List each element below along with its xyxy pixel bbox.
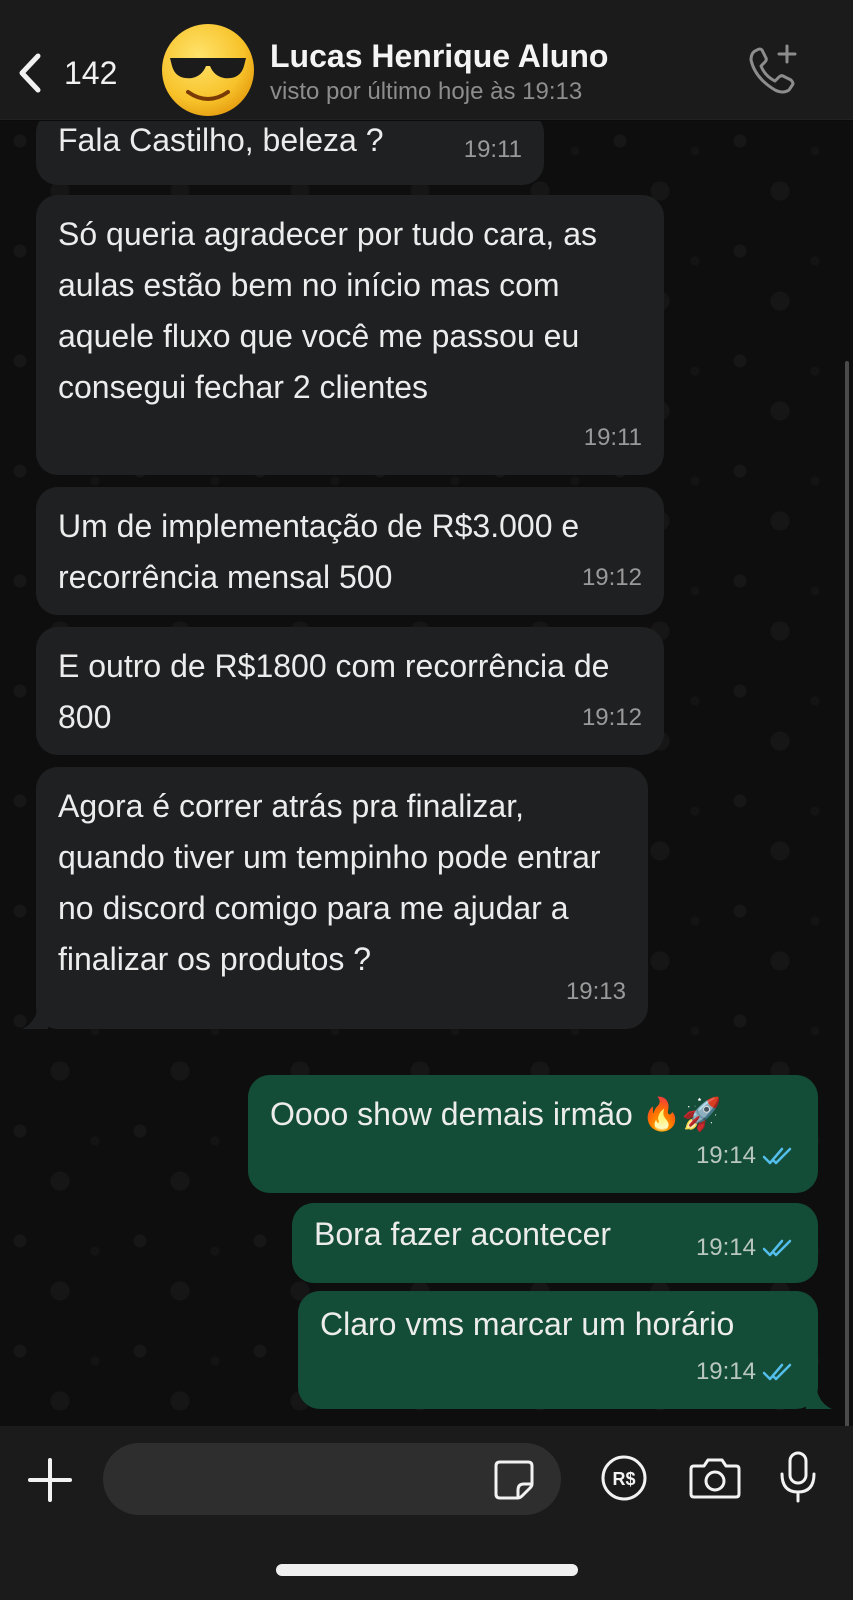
message-time: 19:12 — [581, 564, 642, 591]
message-time-label: 19:14 — [695, 1142, 756, 1169]
back-button[interactable]: 142 — [16, 48, 136, 98]
avatar[interactable] — [160, 22, 256, 118]
message-time-label: 19:14 — [695, 1358, 756, 1385]
message-time: 19:11 — [463, 136, 522, 163]
message-text: Agora é correr atrás pra finalizar, quan… — [58, 788, 610, 977]
double-check-icon — [762, 1147, 792, 1164]
scrollbar[interactable] — [845, 361, 849, 1426]
message-incoming[interactable]: Fala Castilho, beleza ? 19:11 — [36, 121, 544, 185]
message-time: 19:14 — [696, 1130, 796, 1181]
contact-name[interactable]: Lucas Henrique Aluno — [270, 38, 608, 75]
microphone-icon[interactable] — [778, 1450, 818, 1504]
message-time: 19:14 — [696, 1222, 796, 1273]
message-time: 19:13 — [565, 978, 626, 1005]
unread-count: 142 — [64, 54, 118, 91]
double-check-icon — [762, 1239, 792, 1256]
message-outgoing[interactable]: Claro vms marcar um horário 19:14 — [298, 1291, 832, 1409]
message-incoming[interactable]: Agora é correr atrás pra finalizar, quan… — [22, 767, 648, 1029]
last-seen-status: visto por último hoje às 19:13 — [270, 78, 583, 105]
bubble-tail — [806, 1385, 832, 1409]
home-indicator — [276, 1564, 578, 1576]
svg-text:R$: R$ — [612, 1469, 635, 1489]
message-incoming[interactable]: Só queria agradecer por tudo cara, as au… — [36, 195, 664, 475]
message-time: 19:11 — [583, 424, 642, 451]
camera-icon[interactable] — [688, 1454, 742, 1502]
message-text: Fala Castilho, beleza ? — [58, 122, 384, 158]
brl-payment-icon[interactable]: R$ — [600, 1454, 648, 1502]
message-outgoing[interactable]: Oooo show demais irmão 🔥🚀 19:14 — [248, 1075, 818, 1193]
composer-bar: R$ — [0, 1426, 853, 1600]
message-time: 19:14 — [696, 1346, 796, 1397]
message-text: E outro de R$1800 com recorrência de 800 — [58, 648, 619, 735]
message-text: Oooo show demais irmão 🔥🚀 — [270, 1096, 722, 1132]
sticker-icon[interactable] — [492, 1458, 536, 1502]
chat-header: 142 Lucas Henrique Aluno visto por últim… — [0, 0, 853, 120]
message-time-label: 19:14 — [695, 1234, 756, 1261]
message-text: Bora fazer acontecer — [314, 1216, 612, 1252]
message-time: 19:12 — [581, 704, 642, 731]
double-check-icon — [762, 1363, 792, 1380]
message-text: Só queria agradecer por tudo cara, as au… — [58, 216, 606, 405]
chevron-left-icon — [19, 53, 41, 93]
bubble-tail — [22, 1005, 48, 1029]
plus-icon[interactable] — [26, 1456, 74, 1504]
message-text: Claro vms marcar um horário — [320, 1306, 735, 1342]
message-outgoing[interactable]: Bora fazer acontecer 19:14 — [292, 1203, 818, 1283]
message-text: Um de implementação de R$3.000 e recorrê… — [58, 508, 589, 595]
phone-add-icon[interactable] — [745, 42, 801, 98]
message-list[interactable]: Fala Castilho, beleza ? 19:11 Só queria … — [0, 121, 853, 1426]
message-incoming[interactable]: Um de implementação de R$3.000 e recorrê… — [36, 487, 664, 615]
message-incoming[interactable]: E outro de R$1800 com recorrência de 800… — [36, 627, 664, 755]
